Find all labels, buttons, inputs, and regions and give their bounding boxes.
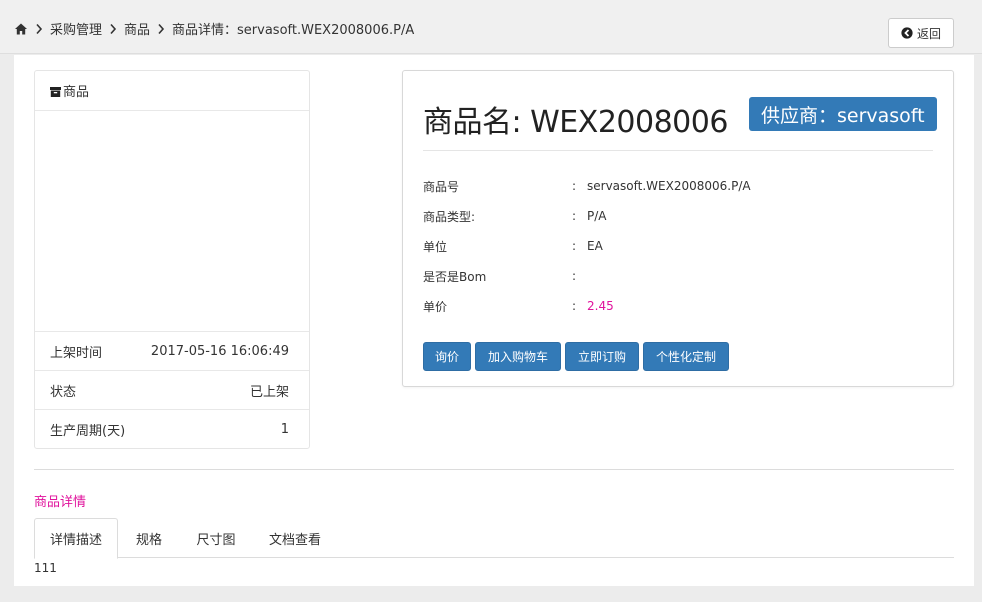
chevron-right-icon (150, 23, 172, 35)
product-name: 商品名: WEX2008006 (423, 105, 728, 140)
card-header: 商品 (35, 71, 309, 111)
attribute-value: servasoft.WEX2008006.P/A (587, 179, 751, 193)
attribute-row: 商品号 : servasoft.WEX2008006.P/A (423, 171, 933, 201)
chevron-right-icon (102, 23, 124, 35)
attribute-colon: : (572, 239, 577, 253)
breadcrumb-item-goods[interactable]: 商品 (124, 19, 150, 38)
add-to-cart-button[interactable]: 加入购物车 (475, 342, 561, 371)
attribute-row: 单位 : EA (423, 231, 933, 261)
attribute-colon: : (572, 179, 577, 193)
attribute-value: P/A (587, 209, 607, 223)
attribute-row: 是否是Bom : (423, 261, 933, 291)
attribute-value: EA (587, 239, 603, 253)
breadcrumb-item-purchase[interactable]: 采购管理 (50, 19, 102, 38)
attribute-label: 是否是Bom (423, 269, 487, 284)
info-row: 上架时间 2017-05-16 16:06:49 (35, 332, 309, 371)
details-title: 商品详情 (34, 495, 87, 510)
attribute-row: 商品类型: : P/A (423, 201, 933, 231)
info-row: 状态 已上架 (35, 371, 309, 410)
product-image-card: 商品 上架时间 2017-05-16 16:06:49 状态 已上架 生产周期(… (34, 70, 310, 449)
attribute-row: 单价 : 2.45 (423, 291, 933, 321)
attribute-colon: : (572, 209, 577, 223)
info-label: 生产周期(天) (50, 424, 126, 439)
info-value: 1 (280, 422, 289, 437)
tab-documents[interactable]: 文档查看 (252, 518, 338, 558)
order-now-button[interactable]: 立即订购 (565, 342, 639, 371)
archive-icon (50, 86, 61, 97)
chevron-right-icon (28, 23, 50, 35)
info-value: 已上架 (249, 384, 289, 400)
detail-tabs: 详情描述 规格 尺寸图 文档查看 (34, 518, 954, 559)
info-row: 生产周期(天) 1 (35, 410, 309, 449)
info-label: 上架时间 (50, 345, 103, 361)
attribute-colon: : (572, 269, 577, 283)
tab-specs[interactable]: 规格 (118, 518, 180, 558)
customize-button[interactable]: 个性化定制 (643, 342, 729, 371)
attribute-label: 商品类型: (423, 209, 476, 224)
back-button-label: 返回 (916, 26, 941, 41)
attribute-colon: : (572, 299, 577, 313)
divider (423, 150, 933, 151)
section-divider (34, 469, 954, 470)
attribute-list: 商品号 : servasoft.WEX2008006.P/A 商品类型: : P… (423, 171, 933, 321)
tab-size-chart[interactable]: 尺寸图 (180, 518, 252, 558)
action-buttons: 询价 加入购物车 立即订购 个性化定制 (423, 342, 733, 371)
attribute-label: 商品号 (423, 179, 460, 194)
breadcrumb: 采购管理 商品 商品详情：servasoft.WEX2008006.P/A (14, 19, 414, 38)
tab-description[interactable]: 详情描述 (34, 518, 118, 559)
main-content: 商品 上架时间 2017-05-16 16:06:49 状态 已上架 生产周期(… (14, 55, 974, 586)
product-image (35, 111, 309, 332)
card-title: 商品 (63, 85, 90, 100)
attribute-label: 单位 (423, 239, 448, 254)
tab-content: 111 (34, 561, 57, 575)
home-icon[interactable] (14, 22, 28, 36)
back-button[interactable]: 返回 (888, 18, 954, 48)
product-detail-card: 商品名: WEX2008006 供应商：servasoft 商品号 : serv… (402, 70, 954, 387)
supplier-badge: 供应商：servasoft (749, 97, 937, 131)
top-bar: 采购管理 商品 商品详情：servasoft.WEX2008006.P/A 返回 (0, 0, 982, 54)
inquiry-button[interactable]: 询价 (423, 342, 471, 371)
back-arrow-icon (901, 27, 913, 39)
price-value: 2.45 (587, 299, 614, 313)
breadcrumb-item-current: 商品详情：servasoft.WEX2008006.P/A (172, 23, 415, 38)
attribute-label: 单价 (423, 299, 448, 314)
info-label: 状态 (50, 384, 77, 400)
info-value: 2017-05-16 16:06:49 (150, 343, 289, 359)
